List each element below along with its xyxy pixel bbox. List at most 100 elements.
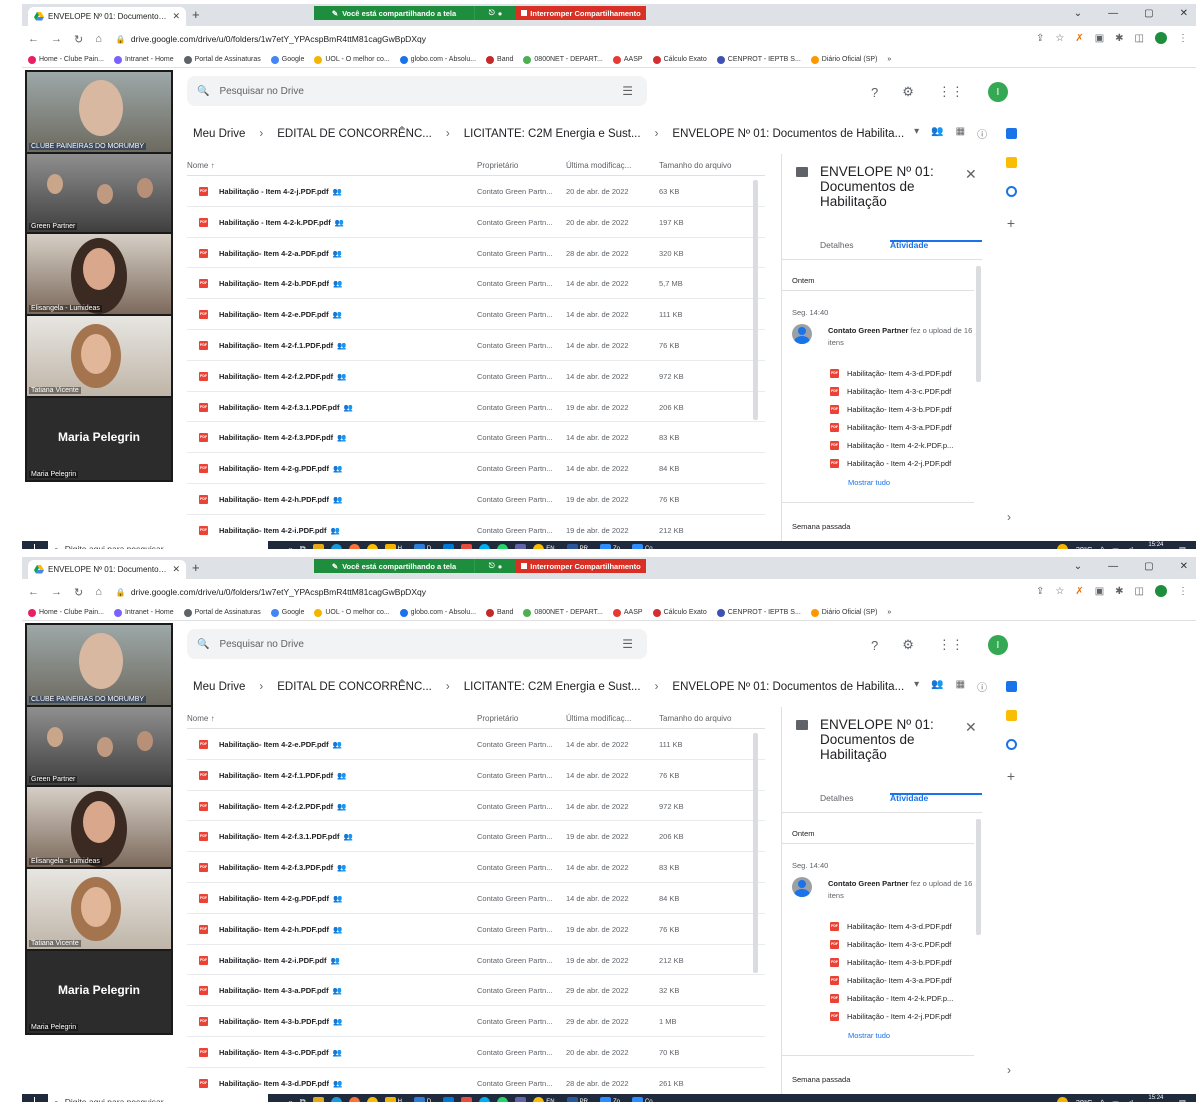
help-icon[interactable]: ? bbox=[871, 638, 878, 653]
file-row[interactable]: PDF Habilitação- Item 4-2-f.1.PDF.pdf 👥 Con… bbox=[187, 330, 765, 361]
bookmark-item[interactable]: Band bbox=[486, 55, 513, 64]
tray-chevron-icon[interactable]: ^ bbox=[1100, 1098, 1104, 1103]
bookmark-star-icon[interactable]: ☆ bbox=[1055, 33, 1064, 44]
tasks-icon[interactable] bbox=[1005, 739, 1017, 750]
calendar-icon[interactable] bbox=[1005, 128, 1017, 139]
file-row[interactable]: PDF Habilitação- Item 4-2-g.PDF.pdf 👥 Conta… bbox=[187, 453, 765, 484]
extensions-puzzle-icon[interactable]: ✱ bbox=[1115, 33, 1123, 44]
taskbar-app[interactable]: PR... bbox=[566, 543, 593, 549]
file-row[interactable]: PDF Habilitação- Item 4-3-b.PDF.pdf 👥 Conta… bbox=[187, 1006, 765, 1037]
url-field[interactable]: 🔒 drive.google.com/drive/u/0/folders/1w7e… bbox=[116, 34, 426, 44]
weather-temp[interactable]: 28°C bbox=[1076, 545, 1093, 550]
add-app-icon[interactable]: + bbox=[1007, 215, 1015, 231]
bookmark-item[interactable]: Portal de Assinaturas bbox=[183, 608, 261, 617]
breadcrumb-item[interactable]: EDITAL DE CONCORRÊNC... bbox=[277, 128, 432, 140]
bookmark-item[interactable]: Band bbox=[486, 608, 513, 617]
edge-icon[interactable] bbox=[330, 1096, 342, 1102]
bookmark-item[interactable]: UOL - O melhor co... bbox=[314, 608, 390, 617]
bookmark-star-icon[interactable]: ☆ bbox=[1055, 586, 1064, 597]
bookmark-item[interactable]: CENPROT - IEPTB S... bbox=[716, 608, 801, 617]
browser-tab[interactable]: ENVELOPE Nº 01: Documentos d ✕ bbox=[28, 560, 186, 579]
breadcrumb-item[interactable]: LICITANTE: C2M Energia e Sust... bbox=[464, 128, 641, 140]
weather-icon[interactable] bbox=[1056, 543, 1068, 549]
taskbar-app[interactable]: EN... bbox=[533, 1096, 560, 1102]
back-icon[interactable]: ← bbox=[28, 586, 39, 599]
notifications-icon[interactable]: ▤ bbox=[1179, 1098, 1186, 1103]
browser-tab[interactable]: ENVELOPE Nº 01: Documentos d ✕ bbox=[28, 7, 186, 26]
close-window-button[interactable]: ✕ bbox=[1180, 8, 1188, 19]
video-tile[interactable]: Green Partner bbox=[27, 707, 171, 785]
video-tile[interactable]: Tatiana Vicente bbox=[27, 316, 171, 396]
video-tile[interactable]: Green Partner bbox=[27, 154, 171, 232]
sidebar-icon[interactable]: ◫ bbox=[1135, 586, 1144, 597]
activity-file-item[interactable]: PDF Habilitação - Item 4-2-k.PDF.p... bbox=[830, 989, 953, 1007]
url-field[interactable]: 🔒 drive.google.com/drive/u/0/folders/1w7e… bbox=[116, 587, 426, 597]
whatsapp-icon[interactable] bbox=[497, 543, 509, 549]
taskbar-search-input[interactable]: ⌕ Digite aqui para pesquisar bbox=[48, 1094, 268, 1102]
bookmark-item[interactable]: Home - Clube Pain... bbox=[28, 55, 104, 64]
breadcrumb-item[interactable]: Meu Drive bbox=[193, 681, 245, 693]
clock[interactable]: 15:2403/05/2022 bbox=[1141, 1095, 1171, 1102]
activity-file-item[interactable]: PDF Habilitação - Item 4-2-j.PDF.pdf bbox=[830, 1007, 953, 1025]
teams-icon[interactable] bbox=[515, 1096, 527, 1102]
activity-file-item[interactable]: PDF Habilitação- Item 4-3-c.PDF.pdf bbox=[830, 382, 953, 400]
profile-avatar[interactable] bbox=[1155, 32, 1167, 44]
bookmark-item[interactable]: Google bbox=[270, 55, 304, 64]
apps-grid-icon[interactable]: ⋮⋮ bbox=[938, 84, 964, 100]
file-row[interactable]: PDF Habilitação- Item 4-2-f.3.1.PDF.pdf 👥 C… bbox=[187, 821, 765, 853]
reload-icon[interactable]: ↻ bbox=[74, 586, 83, 599]
breadcrumb-item[interactable]: LICITANTE: C2M Energia e Sust... bbox=[464, 681, 641, 693]
file-row[interactable]: PDF Habilitação- Item 4-2-f.1.PDF.pdf 👥 Con… bbox=[187, 760, 765, 791]
breadcrumb-item[interactable]: Meu Drive bbox=[193, 128, 245, 140]
maximize-button[interactable]: ▢ bbox=[1144, 561, 1153, 572]
outlook-icon[interactable] bbox=[443, 1096, 455, 1102]
outlook-icon[interactable] bbox=[443, 543, 455, 549]
search-filter-icon[interactable]: ☰ bbox=[622, 84, 633, 98]
forward-icon[interactable]: → bbox=[51, 586, 62, 599]
taskbar-app[interactable]: D... bbox=[413, 543, 436, 549]
activity-file-item[interactable]: PDF Habilitação- Item 4-3-c.PDF.pdf bbox=[830, 935, 953, 953]
column-header-owner[interactable]: Proprietário bbox=[477, 714, 518, 723]
taskbar-app[interactable]: Co... bbox=[631, 1096, 658, 1102]
firefox-icon[interactable] bbox=[348, 1096, 360, 1102]
settings-gear-icon[interactable]: ⚙ bbox=[902, 84, 914, 100]
breadcrumb-item[interactable]: EDITAL DE CONCORRÊNC... bbox=[277, 681, 432, 693]
app-icon[interactable] bbox=[461, 543, 473, 549]
bookmark-item[interactable]: Home - Clube Pain... bbox=[28, 608, 104, 617]
taskbar-app[interactable]: Co... bbox=[631, 543, 658, 549]
extensions-puzzle-icon[interactable]: ✱ bbox=[1115, 586, 1123, 597]
minimize-button[interactable]: — bbox=[1108, 561, 1118, 572]
taskbar-app[interactable]: H... bbox=[384, 1096, 407, 1102]
activity-file-item[interactable]: PDF Habilitação - Item 4-2-j.PDF.pdf bbox=[830, 454, 953, 472]
chrome-icon[interactable] bbox=[366, 1096, 378, 1102]
bookmark-item[interactable]: 0800NET - DEPART... bbox=[523, 608, 603, 617]
expand-panel-icon[interactable]: › bbox=[1007, 510, 1011, 524]
network-icon[interactable]: ▭ bbox=[1112, 1098, 1119, 1103]
task-view-icon[interactable]: ⧉ bbox=[300, 544, 306, 549]
show-all-link[interactable]: Mostrar tudo bbox=[848, 478, 890, 487]
close-tab-icon[interactable]: ✕ bbox=[172, 564, 180, 575]
activity-file-item[interactable]: PDF Habilitação- Item 4-3-d.PDF.pdf bbox=[830, 364, 953, 382]
taskbar-app[interactable]: PR... bbox=[566, 1096, 593, 1102]
file-row[interactable]: PDF Habilitação- Item 4-2-i.PDF.pdf 👥 Conta… bbox=[187, 945, 765, 976]
close-panel-icon[interactable]: ✕ bbox=[965, 166, 977, 183]
share-options[interactable]: ⎋ ● bbox=[474, 6, 516, 20]
task-view-icon[interactable]: ⧉ bbox=[300, 1097, 306, 1102]
bookmarks-overflow-icon[interactable]: » bbox=[887, 56, 891, 63]
share-page-icon[interactable]: ⇪ bbox=[1036, 586, 1044, 597]
whatsapp-icon[interactable] bbox=[497, 1096, 509, 1102]
file-row[interactable]: PDF Habilitação- Item 4-2-f.2.PDF.pdf 👥 Con… bbox=[187, 791, 765, 822]
bookmark-item[interactable]: globo.com - Absolu... bbox=[399, 608, 476, 617]
extension-icon[interactable]: ▣ bbox=[1095, 586, 1104, 597]
video-tile[interactable]: CLUBE PAINEIRAS DO MORUMBY bbox=[27, 72, 171, 152]
close-tab-icon[interactable]: ✕ bbox=[172, 11, 180, 22]
clock[interactable]: 15:2403/05/2022 bbox=[1141, 542, 1171, 549]
tab-details[interactable]: Detalhes bbox=[820, 240, 854, 250]
video-tile[interactable]: CLUBE PAINEIRAS DO MORUMBY bbox=[27, 625, 171, 705]
sidebar-icon[interactable]: ◫ bbox=[1135, 33, 1144, 44]
file-row[interactable]: PDF Habilitação- Item 4-2-g.PDF.pdf 👥 Conta… bbox=[187, 883, 765, 914]
maximize-button[interactable]: ▢ bbox=[1144, 8, 1153, 19]
extension-icon[interactable]: ✗ bbox=[1075, 586, 1083, 597]
bookmark-item[interactable]: Diário Oficial (SP) bbox=[810, 608, 877, 617]
share-page-icon[interactable]: ⇪ bbox=[1036, 33, 1044, 44]
